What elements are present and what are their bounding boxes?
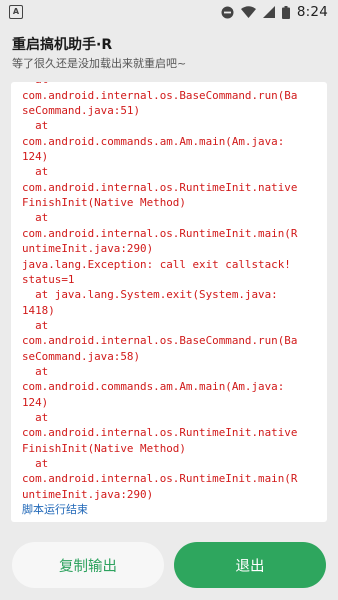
copy-output-button[interactable]: 复制输出 [12,542,164,588]
console-log-line: com.android.commands.am.Am.main(Am.java: [22,134,285,148]
console-log-line: 124) [22,395,49,409]
console-log-line: FinishInit(Native Method) [22,441,186,455]
console-log-line: untimeInit.java:290) [22,242,154,256]
page-subtitle: 等了很久还是没加载出来就重启吧~ [12,57,187,70]
console-log-line: at [35,318,49,332]
do-not-disturb-icon [221,6,234,18]
console-log-line: com.android.internal.os.RuntimeInit.nati… [22,180,298,194]
console-log-line: com.android.internal.os.RuntimeInit.main… [22,226,298,240]
console-log-line: seCommand.java:51) [22,104,141,118]
console-log-line: FinishInit(Native Method) [22,196,186,210]
console-log-line: untimeInit.java:290) [22,487,154,501]
exit-button[interactable]: 退出 [174,542,326,588]
clock: 8:24 [296,4,328,20]
console-log-line: status=1 [22,272,75,286]
console-scroll-content: a:604) at com.android.commands.am.Am.onR… [22,82,321,518]
app-notification-icon: A [9,5,23,19]
console-log-line: com.android.internal.os.RuntimeInit.main… [22,472,298,486]
header: 重启搞机助手·R 等了很久还是没加载出来就重启吧~ [12,36,186,71]
console-log: a:604) at com.android.commands.am.Am.onR… [22,82,321,502]
status-right: 8:24 [221,4,328,20]
console-log-line: at [35,410,49,424]
console-log-line: java.lang.Exception: call exit callstack… [22,257,291,271]
console-log-line: 1418) [22,303,55,317]
console-log-line: at [22,82,48,86]
console-log-line: 124) [22,150,49,164]
console-log-line: at [35,211,49,225]
script-finished-message: 脚本运行结束 [22,503,88,516]
console-log-line: at [35,165,49,179]
console-output-panel[interactable]: a:604) at com.android.commands.am.Am.onR… [11,82,327,522]
status-bar: A 8:24 [0,0,338,24]
console-log-line: at [35,456,49,470]
console-log-line: seCommand.java:58) [22,349,141,363]
page-title: 重启搞机助手·R [12,37,113,53]
console-log-line: at [35,364,49,378]
wifi-icon [240,6,256,18]
battery-icon [281,5,290,19]
console-log-line: com.android.internal.os.BaseCommand.run(… [22,334,298,348]
signal-icon [262,6,275,18]
console-log-line: com.android.internal.os.RuntimeInit.nati… [22,426,298,440]
console-log-line: at java.lang.System.exit(System.java: [35,288,278,302]
status-left: A [9,5,23,19]
console-log-line: com.android.internal.os.BaseCommand.run(… [22,88,298,102]
console-log-line: com.android.commands.am.Am.main(Am.java: [22,380,285,394]
console-log-line: at [35,119,49,133]
